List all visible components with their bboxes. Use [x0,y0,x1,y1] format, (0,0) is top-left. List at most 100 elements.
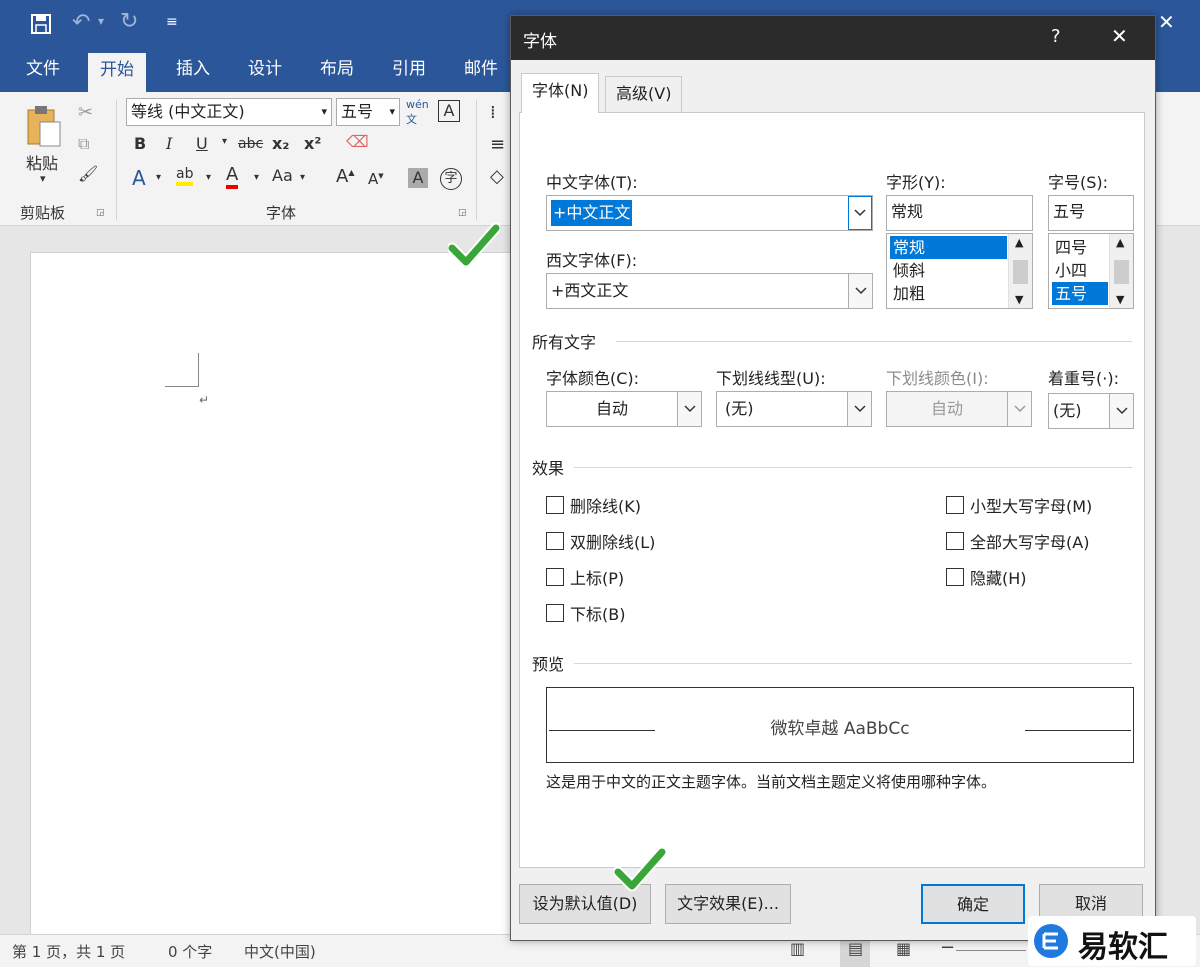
underline-color-combo[interactable]: 自动 [886,391,1032,427]
ok-button[interactable]: 确定 [921,884,1025,924]
style-scrollbar[interactable]: ▲ ▼ [1008,234,1032,308]
text-effects-dropdown-icon[interactable]: ▾ [156,172,161,183]
font-size-dropdown-icon[interactable]: ▾ [389,99,395,125]
tab-mailings[interactable]: 邮件 [452,50,510,92]
bold-button[interactable]: B [134,134,146,153]
west-font-combo[interactable]: +西文正文 [546,273,873,309]
change-case-dropdown-icon[interactable]: ▾ [300,172,305,183]
underline-style-combo[interactable]: (无) [716,391,872,427]
word-count[interactable]: 0 个字 [168,941,212,962]
cn-font-dropdown-icon[interactable] [848,196,872,230]
tab-home[interactable]: 开始 [88,53,146,92]
list-item[interactable]: 四号 [1052,236,1108,259]
checkbox-box[interactable] [546,496,564,514]
enclose-characters-icon[interactable]: 字 [440,168,462,190]
shrink-font-icon[interactable]: A▼ [368,170,384,188]
all-caps-checkbox[interactable]: 全部大写字母(A) [946,529,1089,553]
tab-design[interactable]: 设计 [236,50,294,92]
highlight-dropdown-icon[interactable]: ▾ [206,172,211,183]
undo-icon[interactable]: ↶ [72,10,90,35]
scroll-thumb[interactable] [1013,260,1028,284]
checkbox-box[interactable] [546,568,564,586]
checkbox-box[interactable] [546,532,564,550]
underline-dropdown-icon[interactable]: ▾ [222,136,227,147]
copy-icon[interactable]: ⧉ [78,134,89,154]
style-listbox[interactable]: 常规 倾斜 加粗 ▲ ▼ [886,233,1033,309]
language-indicator[interactable]: 中文(中国) [244,941,316,962]
size-input[interactable]: 五号 [1048,195,1134,231]
emphasis-combo[interactable]: (无) [1048,393,1134,429]
read-mode-icon[interactable]: ▥ [790,939,805,958]
text-effects-button[interactable]: 文字效果(E)... [665,884,791,924]
list-item[interactable]: 加粗 [890,282,1007,305]
align-icon[interactable]: ≡ [490,134,505,155]
style-input[interactable]: 常规 [886,195,1033,231]
window-close-icon[interactable]: ✕ [1158,10,1175,34]
checkbox-box[interactable] [546,604,564,622]
tab-references[interactable]: 引用 [380,50,438,92]
list-item[interactable]: 小四 [1052,259,1108,282]
page-count[interactable]: 第 1 页，共 1 页 [12,941,125,962]
underline-style-dropdown-icon[interactable] [847,392,871,426]
close-icon[interactable]: ✕ [1111,24,1128,48]
size-scrollbar[interactable]: ▲ ▼ [1109,234,1133,308]
subscript-button[interactable]: x₂ [272,134,289,153]
subscript-checkbox[interactable]: 下标(B) [546,601,625,625]
customize-qat-icon[interactable]: ≡ [166,14,178,30]
format-painter-icon[interactable]: 🖌 [78,164,98,183]
text-effects-icon[interactable]: A [132,166,146,190]
font-size-box[interactable]: 五号 ▾ [336,98,400,126]
italic-button[interactable]: I [166,134,172,153]
highlight-icon[interactable]: ab [176,166,194,186]
font-color-icon[interactable]: A [226,164,239,189]
font-color-dropdown-icon[interactable]: ▾ [254,172,259,183]
hidden-checkbox[interactable]: 隐藏(H) [946,565,1027,589]
paste-label[interactable]: 粘贴 [26,150,58,174]
grow-font-icon[interactable]: A▲ [336,166,354,187]
save-icon[interactable] [30,13,52,35]
character-shading-icon[interactable]: A [408,168,428,188]
superscript-checkbox[interactable]: 上标(P) [546,565,624,589]
font-launcher-icon[interactable]: ◲ [458,208,467,218]
character-border-icon[interactable]: A [438,100,460,122]
shading-icon[interactable]: ◇ [490,166,504,187]
cn-font-combo[interactable]: +中文正文 [546,195,873,231]
change-case-icon[interactable]: Aa [272,166,293,185]
underline-color-dropdown-icon[interactable] [1007,392,1031,426]
small-caps-checkbox[interactable]: 小型大写字母(M) [946,493,1092,517]
paste-icon[interactable] [24,104,64,150]
undo-dropdown-icon[interactable]: ▾ [98,14,104,28]
clear-formatting-icon[interactable]: ⌫ [346,132,369,151]
checkbox-box[interactable] [946,568,964,586]
tab-advanced[interactable]: 高级(V) [605,76,683,113]
help-icon[interactable]: ? [1051,26,1061,47]
zoom-slider[interactable] [956,950,1026,951]
scroll-down-icon[interactable]: ▼ [1116,293,1124,306]
double-strikethrough-checkbox[interactable]: 双删除线(L) [546,529,655,553]
west-font-dropdown-icon[interactable] [848,274,872,308]
list-item[interactable]: 常规 [890,236,1007,259]
size-listbox[interactable]: 四号 小四 五号 ▲ ▼ [1048,233,1134,309]
superscript-button[interactable]: x² [304,134,321,153]
font-color-combo[interactable]: 自动 [546,391,702,427]
list-item[interactable]: 倾斜 [890,259,1007,282]
list-item[interactable]: 五号 [1052,282,1108,305]
tab-layout[interactable]: 布局 [308,50,366,92]
redo-icon[interactable]: ↻ [120,9,138,34]
tab-font[interactable]: 字体(N) [521,73,600,113]
paste-dropdown-icon[interactable]: ▾ [40,172,46,185]
scroll-up-icon[interactable]: ▲ [1015,236,1023,249]
cut-icon[interactable]: ✂ [78,102,93,123]
strikethrough-button[interactable]: abc [238,136,263,152]
phonetic-guide-icon[interactable]: wén 文 [406,98,429,127]
tab-insert[interactable]: 插入 [164,50,222,92]
font-name-dropdown-icon[interactable]: ▾ [321,99,327,125]
clipboard-launcher-icon[interactable]: ◲ [96,208,105,218]
checkbox-box[interactable] [946,532,964,550]
underline-button[interactable]: U [196,134,208,153]
web-layout-icon[interactable]: ▦ [896,939,911,958]
font-name-box[interactable]: 等线 (中文正文) ▾ [126,98,332,126]
tab-file[interactable]: 文件 [14,50,72,92]
checkbox-box[interactable] [946,496,964,514]
emphasis-dropdown-icon[interactable] [1109,394,1133,428]
